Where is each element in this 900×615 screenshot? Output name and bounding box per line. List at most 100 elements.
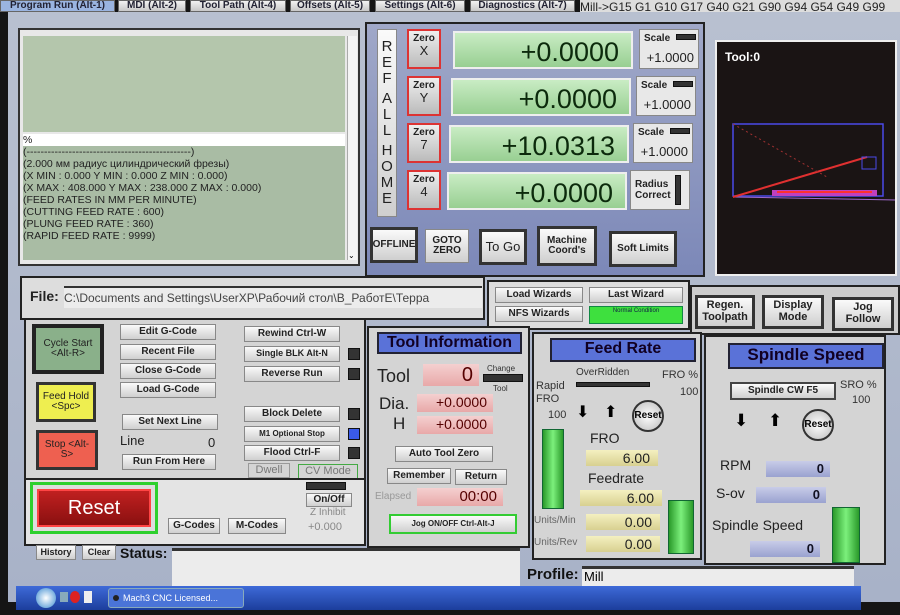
feed-hold-button[interactable]: Feed Hold <Spc>	[36, 382, 96, 422]
scale-label: Scale	[638, 127, 665, 138]
sro-down-arrow-icon[interactable]: ⬇	[734, 411, 748, 431]
line-value: 0	[208, 435, 216, 450]
to-go-button[interactable]: To Go	[479, 229, 527, 265]
block-delete-button[interactable]: Block Delete	[244, 406, 340, 422]
gcode-panel: % (-------------------------------------…	[18, 28, 360, 266]
spindle-cw-button[interactable]: Spindle CW F5	[730, 382, 836, 400]
tab-diagnostics[interactable]: Diagnostics (Alt-7)	[470, 0, 575, 12]
axis-scale[interactable]: Scale +1.0000	[636, 76, 696, 116]
z-inhibit-onoff-button[interactable]: On/Off	[306, 493, 352, 507]
clear-button[interactable]: Clear	[82, 545, 116, 560]
tab-tool-path[interactable]: Tool Path (Alt-4)	[190, 0, 286, 12]
dwell-indicator: Dwell	[248, 463, 290, 478]
gcode-listing[interactable]: % (-------------------------------------…	[23, 134, 345, 260]
display-mode-button[interactable]: Display Mode	[762, 295, 824, 329]
sro-reset-button[interactable]: Reset	[802, 409, 834, 441]
set-next-line-button[interactable]: Set Next Line	[122, 414, 218, 430]
fro-down-arrow-icon[interactable]: ⬇	[576, 402, 589, 422]
reset-button[interactable]: Reset	[37, 489, 151, 527]
goto-zero-button[interactable]: GOTO ZERO	[425, 229, 469, 263]
run-from-here-button[interactable]: Run From Here	[122, 454, 216, 470]
tool-number-field[interactable]: 0	[423, 364, 479, 386]
close-gcode-button[interactable]: Close G-Code	[120, 363, 216, 379]
scale-label: Radius Correct	[635, 179, 671, 201]
sro-percent-label: SRO %	[840, 379, 877, 391]
axis-scale[interactable]: Scale +1.0000	[639, 29, 699, 69]
chevron-down-icon[interactable]: ⌄	[348, 251, 355, 260]
edit-gcode-button[interactable]: Edit G-Code	[120, 324, 216, 340]
rapid-fro-slider[interactable]	[542, 429, 564, 509]
axis-dro[interactable]: +0.0000	[451, 78, 631, 116]
axis-scale[interactable]: Scale +1.0000	[633, 123, 693, 163]
mcodes-button[interactable]: M-Codes	[228, 518, 286, 534]
opera-icon[interactable]	[70, 591, 80, 603]
rewind-button[interactable]: Rewind Ctrl-W	[244, 326, 340, 342]
feedrate-value[interactable]: 6.00	[580, 490, 662, 506]
reverse-run-button[interactable]: Reverse Run	[244, 366, 340, 382]
radius-correct[interactable]: Radius Correct	[630, 170, 690, 210]
file-path-field[interactable]: C:\Documents and Settings\UserXP\Рабочий…	[64, 286, 482, 308]
axis-dro[interactable]: +0.0000	[453, 31, 633, 69]
jog-follow-button[interactable]: Jog Follow	[832, 297, 894, 331]
feed-rate-title: Feed Rate	[550, 338, 696, 362]
units-min-label: Units/Min	[534, 515, 576, 526]
cycle-start-button[interactable]: Cycle Start <Alt-R>	[32, 324, 104, 374]
zero-axis-button[interactable]: Zero 4	[407, 170, 441, 210]
fro-reset-button[interactable]: Reset	[632, 400, 664, 432]
taskbar-mach3-button[interactable]: Mach3 CNC Licensed...	[108, 588, 244, 608]
history-button[interactable]: History	[36, 545, 76, 560]
recent-file-button[interactable]: Recent File	[120, 344, 216, 360]
return-button[interactable]: Return	[455, 469, 507, 485]
spindle-speed-slider[interactable]	[832, 507, 860, 563]
gcodes-button[interactable]: G-Codes	[168, 518, 220, 534]
offline-button[interactable]: OFFLINE	[370, 227, 418, 263]
spindle-speed-value[interactable]: 0	[750, 541, 820, 557]
gcode-line: (RAPID FEED RATE : 9999)	[23, 230, 156, 242]
zero-axis-button[interactable]: Zero 7	[407, 123, 441, 163]
machine-coords-button[interactable]: Machine Coord's	[537, 226, 597, 266]
single-block-button[interactable]: Single BLK Alt-N	[244, 346, 340, 362]
axis-name: Y	[419, 90, 429, 105]
document-icon[interactable]	[84, 591, 92, 603]
tool-diameter-field[interactable]: +0.0000	[417, 394, 493, 412]
tab-mdi[interactable]: MDI (Alt-2)	[118, 0, 186, 12]
tool-height-field[interactable]: +0.0000	[417, 416, 493, 434]
tab-program-run[interactable]: Program Run (Alt-1)	[0, 0, 115, 12]
soft-limits-button[interactable]: Soft Limits	[609, 231, 677, 267]
fro-up-arrow-icon[interactable]: ⬆	[604, 402, 617, 422]
flood-button[interactable]: Flood Ctrl-F	[244, 445, 340, 461]
scale-led	[670, 128, 690, 134]
quicklaunch-icon[interactable]	[60, 592, 68, 602]
remember-button[interactable]: Remember	[387, 468, 451, 484]
zero-axis-button[interactable]: Zero X	[407, 29, 441, 69]
ref-all-home-button[interactable]: REFALLHOME	[377, 29, 397, 217]
stop-button[interactable]: Stop <Alt-S>	[36, 430, 98, 470]
feedrate-slider[interactable]	[668, 500, 694, 554]
load-gcode-button[interactable]: Load G-Code	[120, 382, 216, 398]
sro-up-arrow-icon[interactable]: ⬆	[768, 411, 782, 431]
tab-settings[interactable]: Settings (Alt-6)	[375, 0, 465, 12]
m1-optional-stop-button[interactable]: M1 Optional Stop	[244, 426, 340, 442]
tab-offsets[interactable]: Offsets (Alt-5)	[290, 0, 370, 12]
ref-letter: A	[381, 90, 392, 107]
toolpath-display[interactable]: Tool:0	[715, 40, 897, 276]
elapsed-time: 00:00	[417, 488, 503, 506]
zero-axis-button[interactable]: Zero Y	[407, 76, 441, 116]
dia-label: Dia.	[379, 394, 410, 413]
gcode-line: (---------------------------------------…	[23, 146, 195, 158]
ref-letter: E	[381, 190, 392, 207]
scale-value: +1.0000	[646, 50, 694, 65]
jog-onoff-button[interactable]: Jog ON/OFF Ctrl-Alt-J	[389, 514, 517, 534]
last-wizard-button[interactable]: Last Wizard	[589, 287, 683, 303]
ref-letter: F	[382, 70, 392, 87]
start-button-icon[interactable]	[36, 588, 56, 608]
spindle-speed-panel: Spindle Speed Spindle CW F5 SRO % 100 ⬇ …	[704, 335, 886, 565]
nfs-wizards-button[interactable]: NFS Wizards	[495, 306, 583, 322]
auto-tool-zero-button[interactable]: Auto Tool Zero	[395, 446, 493, 462]
gcode-line: (CUTTING FEED RATE : 600)	[23, 206, 164, 218]
axis-dro[interactable]: +0.0000	[447, 172, 627, 210]
regen-toolpath-button[interactable]: Regen. Toolpath	[695, 295, 755, 329]
gcode-scrollbar[interactable]: ⌄	[347, 36, 357, 260]
axis-dro[interactable]: +10.0313	[449, 125, 629, 163]
load-wizards-button[interactable]: Load Wizards	[495, 287, 583, 303]
